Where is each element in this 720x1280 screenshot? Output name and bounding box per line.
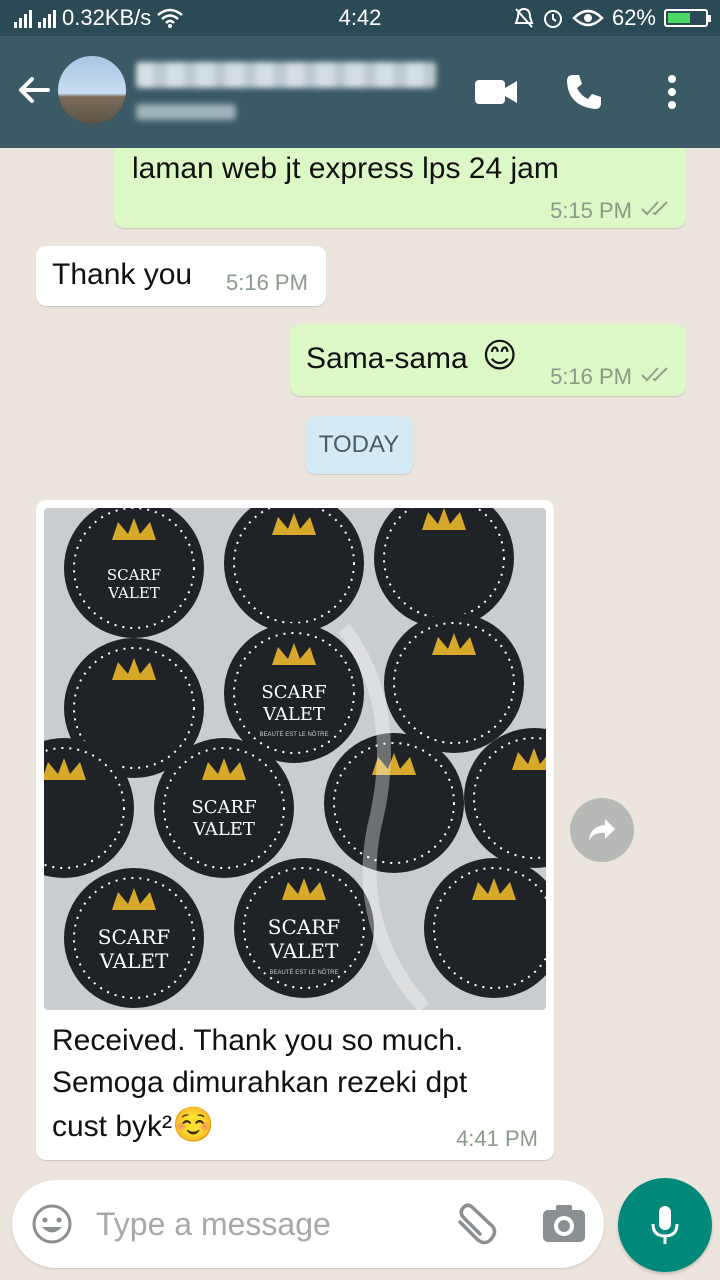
video-call-icon[interactable] bbox=[472, 72, 520, 112]
signal-2-icon bbox=[38, 8, 56, 28]
sticker-brand-text: VALET bbox=[107, 584, 160, 602]
mic-icon bbox=[651, 1206, 679, 1244]
message-time: 4:41 PM bbox=[456, 1126, 538, 1151]
contact-status-redacted bbox=[136, 104, 236, 120]
message-outgoing[interactable]: Sama-sama 😊 5:16 PM bbox=[290, 324, 686, 396]
sticker-brand-text: VALET bbox=[262, 704, 325, 725]
sticker-brand-text: SCARF bbox=[261, 682, 326, 703]
battery-fill bbox=[668, 13, 690, 23]
sticker-brand-text: VALET bbox=[99, 949, 169, 973]
wifi-icon bbox=[157, 8, 184, 28]
chat-header bbox=[0, 36, 720, 148]
status-bar: 0.32KB/s 4:42 62% bbox=[0, 0, 720, 36]
message-incoming-image[interactable]: SCARF VALET SCARF VALET BEAUTÉ EST LE NÔ… bbox=[36, 500, 554, 1160]
signal-icon bbox=[14, 8, 32, 28]
smile-emoji-icon: 😊 bbox=[482, 337, 518, 375]
camera-icon[interactable] bbox=[540, 1202, 588, 1246]
sticker-brand-text: SCARF bbox=[107, 566, 161, 584]
chat-area[interactable]: laman web jt express lps 24 jam 5:15 PM … bbox=[0, 148, 720, 1168]
header-actions bbox=[472, 72, 696, 112]
blush-emoji-icon: ☺️ bbox=[172, 1106, 215, 1144]
status-left: 0.32KB/s bbox=[14, 5, 184, 31]
contact-name-redacted[interactable] bbox=[136, 62, 436, 88]
message-text: Sama-sama bbox=[306, 342, 468, 375]
double-tick-icon bbox=[641, 201, 668, 216]
message-text: Thank you bbox=[52, 258, 193, 291]
battery-icon bbox=[664, 9, 711, 27]
caption-line-text: cust byk² bbox=[52, 1110, 173, 1143]
battery-percent: 62% bbox=[611, 5, 656, 30]
message-time: 5:16 PM bbox=[550, 364, 632, 389]
sticker-brand-text: SCARF bbox=[268, 915, 341, 939]
eye-icon bbox=[572, 9, 604, 27]
message-time: 5:16 PM bbox=[226, 270, 308, 295]
forward-button[interactable] bbox=[570, 798, 634, 862]
more-vert-icon[interactable] bbox=[648, 72, 696, 112]
sticker-brand-text: SCARF bbox=[191, 797, 256, 818]
sticker-tagline: BEAUTÉ EST LE NÔTRE bbox=[270, 969, 339, 976]
mute-icon bbox=[514, 7, 534, 28]
mic-button[interactable] bbox=[618, 1178, 712, 1272]
alarm-icon bbox=[543, 10, 562, 28]
sticker-photo: SCARF VALET SCARF VALET BEAUTÉ EST LE NÔ… bbox=[44, 508, 546, 1010]
attach-icon[interactable] bbox=[452, 1202, 502, 1246]
back-arrow-icon[interactable] bbox=[14, 70, 54, 110]
message-input[interactable] bbox=[96, 1204, 436, 1244]
caption-line: Semoga dimurahkan rezeki dpt bbox=[52, 1066, 468, 1099]
status-right: 62% bbox=[514, 5, 711, 31]
sticker-tagline: BEAUTÉ EST LE NÔTRE bbox=[260, 731, 329, 738]
photo-thumbnail[interactable]: SCARF VALET SCARF VALET BEAUTÉ EST LE NÔ… bbox=[44, 508, 546, 1010]
message-time: 5:15 PM bbox=[550, 198, 632, 223]
message-outgoing[interactable]: laman web jt express lps 24 jam 5:15 PM bbox=[114, 148, 686, 228]
caption-line: Received. Thank you so much. bbox=[52, 1024, 464, 1057]
sticker-brand-text: SCARF bbox=[98, 925, 171, 949]
sticker-brand-text: VALET bbox=[192, 819, 255, 840]
phone-icon[interactable] bbox=[560, 72, 608, 112]
avatar[interactable] bbox=[58, 56, 126, 124]
message-composer bbox=[12, 1180, 604, 1268]
message-incoming[interactable]: Thank you 5:16 PM bbox=[36, 246, 326, 306]
network-speed: 0.32KB/s bbox=[62, 5, 152, 30]
emoji-icon[interactable] bbox=[30, 1202, 74, 1246]
date-divider: TODAY bbox=[305, 416, 413, 474]
double-tick-icon bbox=[641, 367, 668, 382]
sticker-brand-text: VALET bbox=[269, 939, 339, 963]
forward-icon bbox=[589, 819, 615, 841]
message-text: laman web jt express lps 24 jam bbox=[132, 152, 559, 185]
